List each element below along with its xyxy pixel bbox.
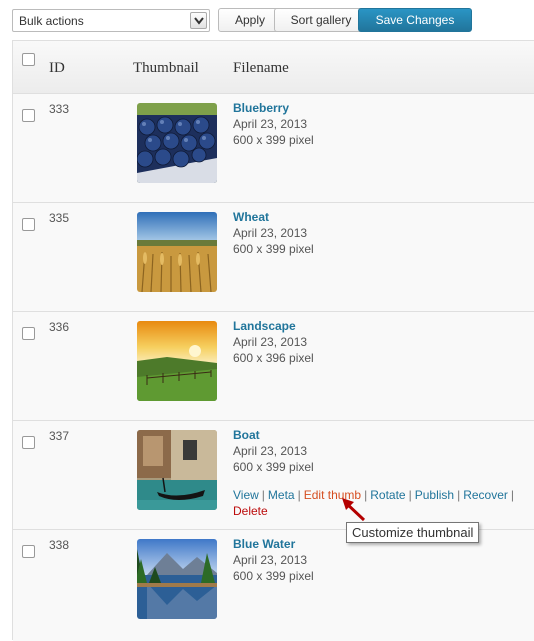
separator: |	[261, 488, 265, 502]
save-changes-button[interactable]: Save Changes	[358, 8, 472, 32]
file-date: April 23, 2013	[233, 117, 308, 131]
thumbnail-image[interactable]	[137, 539, 217, 619]
arrow-icon	[342, 498, 366, 522]
row-id: 337	[49, 429, 70, 443]
column-header-id[interactable]: ID	[49, 60, 65, 77]
row-id: 335	[49, 211, 70, 225]
thumbnail-image[interactable]	[137, 430, 217, 510]
row-checkbox[interactable]	[22, 327, 35, 340]
gallery-table: ID Thumbnail Filename 333 Blueberry Apri…	[12, 40, 534, 641]
file-date: April 23, 2013	[233, 553, 308, 567]
meta-link[interactable]: Meta	[268, 488, 295, 502]
file-dimensions: 600 x 399 pixel	[233, 133, 314, 147]
table-row: 333 Blueberry April 23, 2013 600 x 399 p…	[13, 94, 534, 203]
row-checkbox[interactable]	[22, 109, 35, 122]
filename-link[interactable]: Blueberry	[233, 101, 289, 115]
chevron-down-icon[interactable]	[190, 12, 207, 29]
row-checkbox[interactable]	[22, 218, 35, 231]
row-checkbox[interactable]	[22, 436, 35, 449]
thumbnail-image[interactable]	[137, 321, 217, 401]
separator: |	[510, 488, 515, 502]
delete-link[interactable]: Delete	[233, 504, 268, 518]
file-date: April 23, 2013	[233, 444, 308, 458]
row-id: 338	[49, 538, 70, 552]
table-row: 336 Landscape April 23, 2013 600 x 396 p…	[13, 312, 534, 421]
view-link[interactable]: View	[233, 488, 259, 502]
thumbnail-image[interactable]	[137, 212, 217, 292]
rotate-link[interactable]: Rotate	[370, 488, 405, 502]
row-actions: View | Meta | Edit thumb | Rotate | Publish | Reco…	[233, 488, 517, 518]
row-id: 333	[49, 102, 70, 116]
filename-link[interactable]: Wheat	[233, 210, 269, 224]
apply-button[interactable]: Apply	[218, 8, 282, 32]
table-row: 337 Boat April 23, 2013 600 x 399 pixel …	[13, 421, 534, 530]
publish-link[interactable]: Publish	[415, 488, 454, 502]
separator: |	[457, 488, 461, 502]
filename-link[interactable]: Boat	[233, 428, 260, 442]
file-date: April 23, 2013	[233, 226, 308, 240]
thumbnail-image[interactable]	[137, 103, 217, 183]
separator: |	[297, 488, 301, 502]
filename-link[interactable]: Blue Water	[233, 537, 295, 551]
row-checkbox[interactable]	[22, 545, 35, 558]
file-date: April 23, 2013	[233, 335, 308, 349]
recover-link[interactable]: Recover	[463, 488, 508, 502]
bulk-actions-select[interactable]: Bulk actions	[12, 9, 210, 32]
column-header-thumbnail: Thumbnail	[133, 60, 199, 76]
file-dimensions: 600 x 399 pixel	[233, 569, 314, 583]
filename-link[interactable]: Landscape	[233, 319, 296, 333]
tooltip: Customize thumbnail	[346, 522, 480, 543]
bulk-actions-value: Bulk actions	[19, 14, 84, 28]
table-row: 338 Blue Water April 23, 2013 600 x 399 …	[13, 530, 534, 641]
sort-gallery-button[interactable]: Sort gallery	[274, 8, 368, 32]
select-all-checkbox[interactable]	[22, 53, 35, 66]
column-header-filename[interactable]: Filename	[233, 60, 289, 77]
table-header: ID Thumbnail Filename	[13, 41, 534, 94]
file-dimensions: 600 x 399 pixel	[233, 460, 314, 474]
file-dimensions: 600 x 396 pixel	[233, 351, 314, 365]
row-id: 336	[49, 320, 70, 334]
file-dimensions: 600 x 399 pixel	[233, 242, 314, 256]
separator: |	[408, 488, 412, 502]
table-row: 335 Wheat April 23, 2013 600 x 399 pixel	[13, 203, 534, 312]
